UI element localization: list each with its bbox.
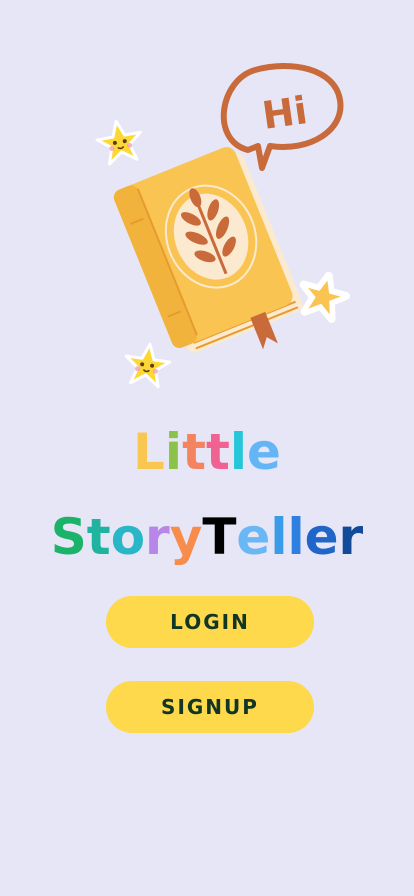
signup-button[interactable]: SIGNUP xyxy=(106,681,314,733)
title-line-1: Little xyxy=(0,420,414,484)
title-line2-letter: r xyxy=(338,508,364,566)
star-icon xyxy=(299,271,351,323)
login-button[interactable]: LOGIN xyxy=(106,596,314,648)
title-line1-letter: e xyxy=(247,423,281,481)
speech-bubble-text: Hi xyxy=(259,88,310,138)
title-line2-letter: e xyxy=(236,508,271,566)
title-line2-letter: T xyxy=(202,508,237,566)
title-line2-letter: S xyxy=(50,508,87,566)
title-line2-letter: t xyxy=(86,508,111,566)
title-line2-letter: y xyxy=(169,508,203,566)
title-line-2: StoryTeller xyxy=(0,505,414,569)
title-line1-letter: t xyxy=(205,423,230,481)
star-icon xyxy=(124,342,172,389)
title-line1-letter: L xyxy=(133,423,165,481)
star-icon xyxy=(95,119,142,166)
title-line2-letter: e xyxy=(304,508,339,566)
app-title-word-little: Little xyxy=(133,420,281,484)
title-line1-letter: t xyxy=(182,423,206,481)
title-line2-letter: l xyxy=(287,508,305,566)
welcome-screen: Hi Little StoryTeller LOGIN SIGNUP xyxy=(0,0,414,896)
title-line2-letter: l xyxy=(270,508,288,566)
title-line1-letter: l xyxy=(229,423,248,481)
title-line2-letter: o xyxy=(110,508,146,566)
title-line1-letter: i xyxy=(164,423,183,481)
speech-bubble-icon: Hi xyxy=(220,62,344,171)
title-line2-letter: r xyxy=(145,508,170,566)
app-title-word-storyteller: StoryTeller xyxy=(51,505,363,569)
book-icon xyxy=(113,147,303,353)
hero-illustration: Hi xyxy=(95,62,351,389)
